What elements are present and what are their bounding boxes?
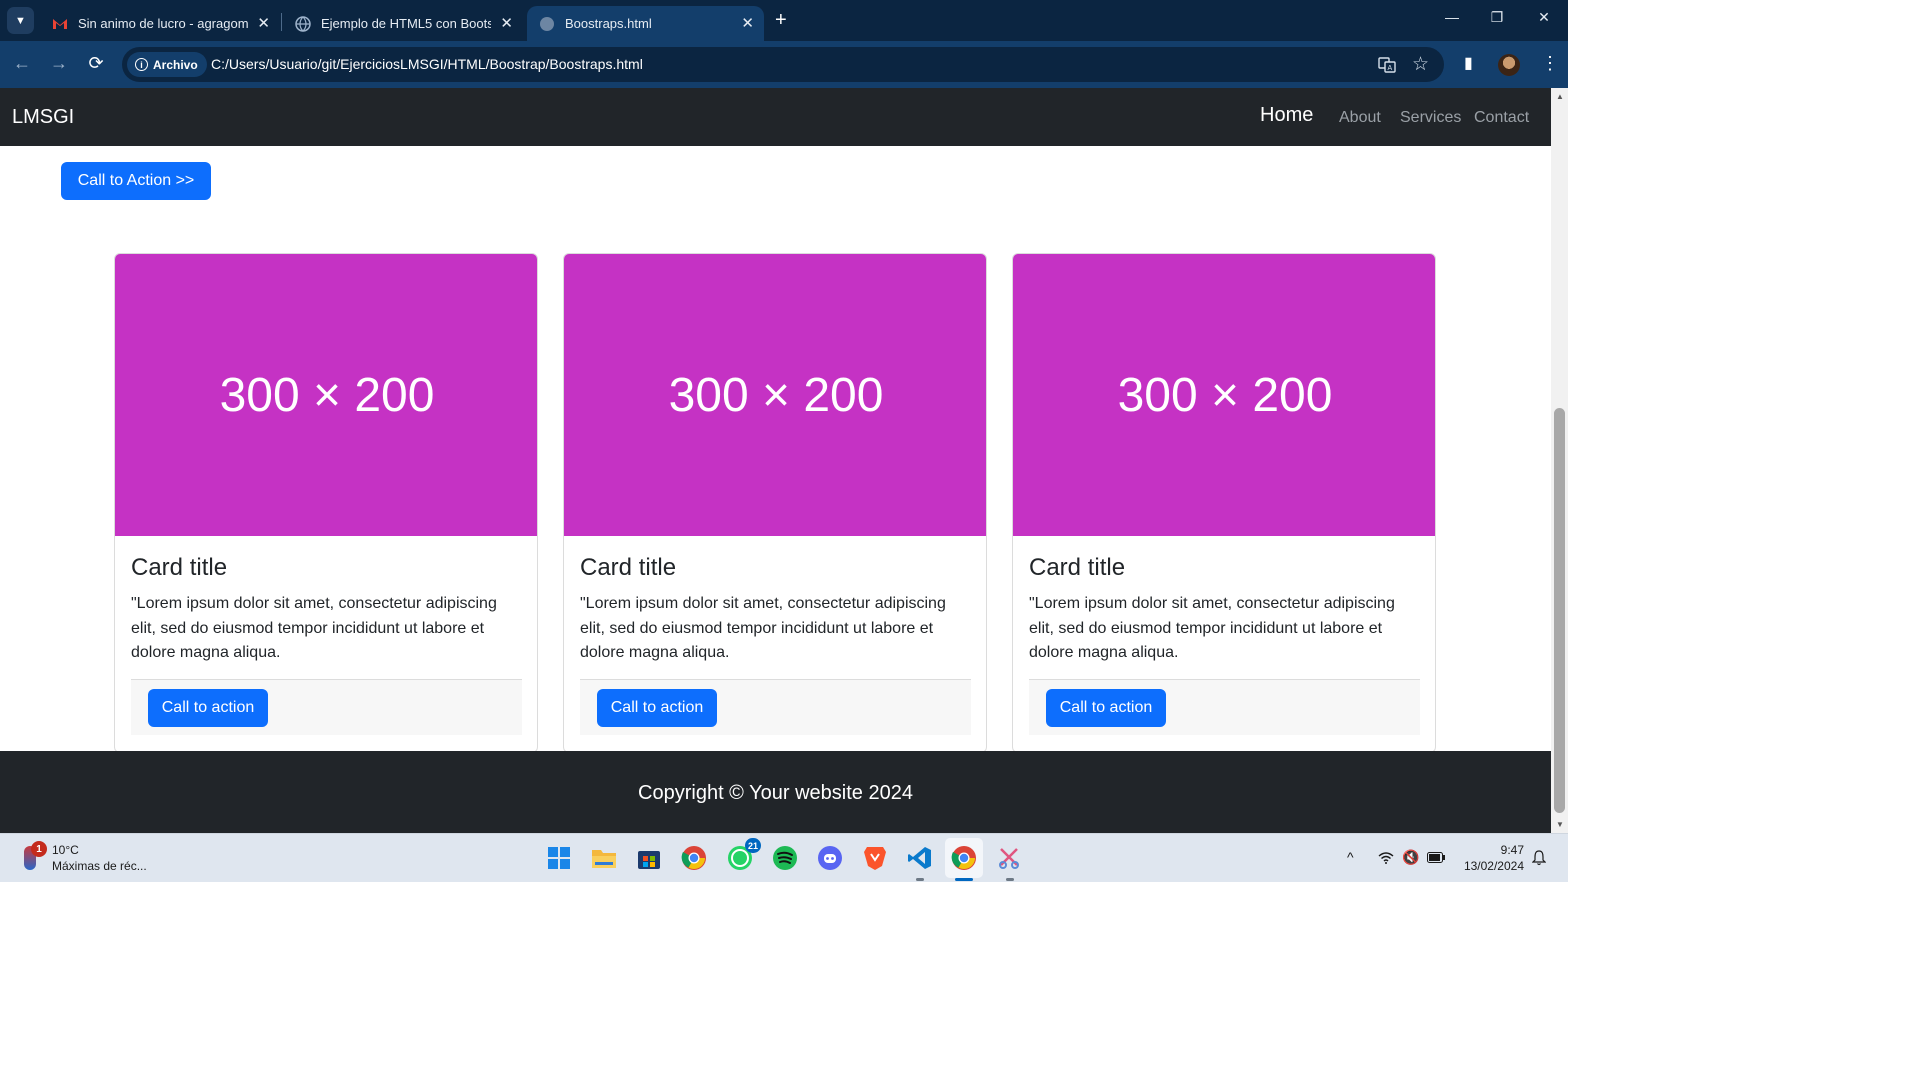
- volume-muted-icon[interactable]: 🔇: [1402, 849, 1419, 866]
- tab-title: Sin animo de lucro - agragom2: [78, 16, 248, 31]
- url-text[interactable]: C:/Users/Usuario/git/EjerciciosLMSGI/HTM…: [211, 56, 643, 72]
- clock-date[interactable]: 13/02/2024: [1460, 859, 1524, 873]
- vscode-icon[interactable]: [907, 845, 933, 871]
- reload-icon[interactable]: ⟳: [84, 53, 108, 74]
- vertical-scrollbar[interactable]: ▲ ▼: [1551, 88, 1568, 833]
- brave-icon[interactable]: [862, 845, 888, 871]
- file-explorer-icon[interactable]: [591, 845, 617, 871]
- page-viewport: LMSGI Home About Services Contact Call t…: [0, 88, 1551, 833]
- nav-link-about[interactable]: About: [1339, 109, 1381, 127]
- address-bar[interactable]: i Archivo C:/Users/Usuario/git/Ejercicio…: [122, 47, 1444, 82]
- card-footer: Call to action: [131, 679, 522, 735]
- navbar: LMSGI Home About Services Contact: [0, 88, 1551, 146]
- footer-copyright: Copyright © Your website 2024: [638, 782, 913, 804]
- window-close-icon[interactable]: ✕: [1534, 9, 1554, 26]
- chrome-active-icon[interactable]: [951, 845, 977, 871]
- scrollbar-thumb[interactable]: [1554, 408, 1565, 813]
- back-icon[interactable]: ←: [10, 53, 34, 74]
- minimize-icon[interactable]: —: [1442, 9, 1462, 25]
- windows-start-icon[interactable]: [546, 845, 572, 871]
- app-active-indicator: [955, 878, 973, 881]
- windows-taskbar: 1 10°C Máximas de réc... 21 ^ 🔇 9:47 13/…: [0, 833, 1568, 882]
- card-text: "Lorem ipsum dolor sit amet, consectetur…: [1029, 595, 1395, 661]
- card-text: "Lorem ipsum dolor sit amet, consectetur…: [580, 595, 946, 661]
- nav-link-contact[interactable]: Contact: [1474, 109, 1529, 127]
- card-image-placeholder: 300 × 200: [564, 254, 986, 536]
- tab-gmail[interactable]: Sin animo de lucro - agragom2 ✕: [40, 6, 280, 41]
- card: 300 × 200 Card title "Lorem ipsum dolor …: [563, 253, 987, 753]
- wifi-icon[interactable]: [1378, 851, 1394, 864]
- bookmark-star-icon[interactable]: ☆: [1412, 53, 1429, 76]
- card-title: Card title: [580, 554, 677, 581]
- weather-alert-badge: 1: [31, 841, 47, 857]
- spotify-icon[interactable]: [772, 845, 798, 871]
- card-action-button[interactable]: Call to action: [597, 689, 717, 727]
- notification-bell-icon[interactable]: [1532, 850, 1546, 866]
- whatsapp-unread-badge: 21: [744, 838, 761, 853]
- card-footer: Call to action: [1029, 679, 1420, 735]
- close-icon[interactable]: ✕: [741, 14, 754, 32]
- chevron-down-icon: ▼: [15, 14, 26, 27]
- snipping-tool-icon[interactable]: [997, 845, 1023, 871]
- close-icon[interactable]: ✕: [257, 14, 270, 32]
- card-image-placeholder: 300 × 200: [1013, 254, 1435, 536]
- card-action-button[interactable]: Call to action: [1046, 689, 1166, 727]
- profile-avatar[interactable]: [1498, 54, 1520, 76]
- svg-text:A: A: [1388, 65, 1393, 72]
- scroll-down-icon[interactable]: ▼: [1556, 820, 1564, 829]
- chrome-icon[interactable]: [681, 845, 707, 871]
- site-info-chip[interactable]: i Archivo: [127, 52, 207, 77]
- app-running-indicator: [1006, 878, 1014, 881]
- weather-temperature[interactable]: 10°C: [52, 843, 79, 857]
- restore-icon[interactable]: ❐: [1487, 9, 1507, 26]
- scroll-up-icon[interactable]: ▲: [1556, 92, 1564, 101]
- card: 300 × 200 Card title "Lorem ipsum dolor …: [114, 253, 538, 753]
- browser-toolbar: ← → ⟳ i Archivo C:/Users/Usuario/git/Eje…: [0, 41, 1568, 88]
- info-icon: i: [135, 58, 148, 71]
- microsoft-store-icon[interactable]: [636, 845, 662, 871]
- close-icon[interactable]: ✕: [500, 14, 513, 32]
- clock-time[interactable]: 9:47: [1460, 843, 1524, 857]
- chevron-up-icon[interactable]: ^: [1347, 849, 1354, 865]
- forward-icon[interactable]: →: [47, 53, 71, 74]
- tab-title: Boostraps.html: [565, 16, 652, 31]
- globe-icon: [295, 15, 311, 32]
- whatsapp-icon[interactable]: 21: [727, 838, 761, 871]
- weather-description[interactable]: Máximas de réc...: [52, 859, 147, 873]
- card-title: Card title: [131, 554, 228, 581]
- app-running-indicator: [916, 878, 924, 881]
- call-to-action-button[interactable]: Call to Action >>: [61, 162, 211, 200]
- battery-icon[interactable]: [1427, 852, 1445, 863]
- side-panel-icon[interactable]: ▮: [1464, 53, 1473, 73]
- card-title: Card title: [1029, 554, 1126, 581]
- card-text: "Lorem ipsum dolor sit amet, consectetur…: [131, 595, 497, 661]
- discord-icon[interactable]: [817, 845, 843, 871]
- nav-link-services[interactable]: Services: [1400, 109, 1461, 127]
- tab-separator: [281, 13, 282, 31]
- gmail-icon: [53, 18, 67, 29]
- navbar-brand[interactable]: LMSGI: [12, 106, 74, 129]
- site-chip-label: Archivo: [153, 57, 198, 72]
- tab-strip: ▼ Sin animo de lucro - agragom2 ✕ Ejempl…: [0, 0, 1568, 41]
- card-action-button[interactable]: Call to action: [148, 689, 268, 727]
- translate-icon[interactable]: A: [1378, 56, 1396, 74]
- card-footer: Call to action: [580, 679, 971, 735]
- page-footer: Copyright © Your website 2024: [0, 751, 1551, 833]
- tab-bootstrap-example[interactable]: Ejemplo de HTML5 con Bootstr ✕: [283, 6, 523, 41]
- tab-title: Ejemplo de HTML5 con Bootstr: [321, 16, 491, 31]
- tab-boostraps-active[interactable]: Boostraps.html ✕: [527, 6, 764, 41]
- card: 300 × 200 Card title "Lorem ipsum dolor …: [1012, 253, 1436, 753]
- nav-link-home[interactable]: Home: [1260, 104, 1313, 127]
- new-tab-button[interactable]: +: [775, 9, 787, 32]
- globe-icon: [540, 16, 554, 31]
- tab-search-button[interactable]: ▼: [7, 7, 34, 34]
- card-image-placeholder: 300 × 200: [115, 254, 537, 536]
- menu-icon[interactable]: ⋮: [1541, 53, 1559, 74]
